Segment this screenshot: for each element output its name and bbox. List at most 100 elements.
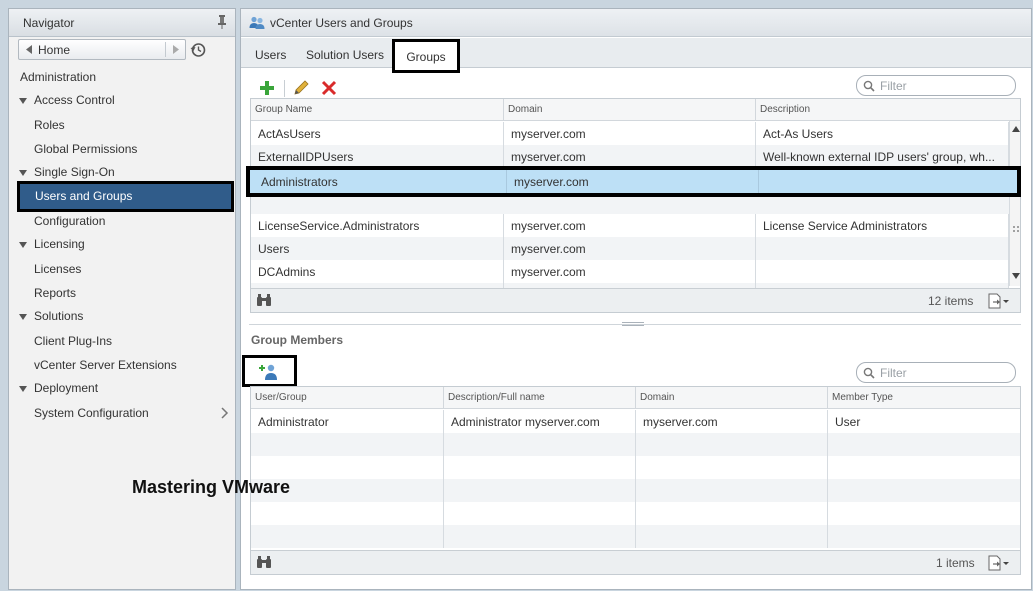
nav-item-system-configuration[interactable]: System Configuration bbox=[34, 406, 149, 420]
nav-item-licensing[interactable]: Licensing bbox=[34, 237, 85, 251]
expand-arrow-icon[interactable] bbox=[19, 170, 27, 176]
nav-item-solutions[interactable]: Solutions bbox=[34, 309, 83, 323]
groups-filter-input[interactable] bbox=[878, 78, 1008, 93]
column-header-description[interactable]: Description bbox=[756, 99, 1009, 121]
delete-icon[interactable] bbox=[321, 80, 337, 96]
column-header-user-group[interactable]: User/Group bbox=[251, 387, 444, 409]
empty-cell bbox=[444, 479, 636, 502]
main-panel: vCenter Users and Groups Users Solution … bbox=[240, 8, 1032, 590]
history-icon[interactable] bbox=[190, 42, 206, 58]
nav-item-vcenter-server-extensions[interactable]: vCenter Server Extensions bbox=[34, 358, 177, 372]
nav-item-configuration[interactable]: Configuration bbox=[34, 214, 105, 228]
nav-item-access-control[interactable]: Access Control bbox=[34, 93, 115, 107]
nav-item-users-and-groups[interactable]: Users and Groups bbox=[17, 181, 234, 212]
nav-item-global-permissions[interactable]: Global Permissions bbox=[34, 142, 137, 156]
empty-cell bbox=[444, 502, 636, 525]
back-arrow-icon[interactable] bbox=[24, 44, 34, 55]
empty-row bbox=[251, 456, 1020, 479]
cell-description: License Service Administrators bbox=[756, 214, 1009, 237]
cell-member-type: User bbox=[835, 415, 861, 429]
table-row[interactable]: Administrator Administrator myserver.com… bbox=[251, 410, 1020, 433]
pin-icon[interactable] bbox=[217, 15, 227, 29]
empty-cell bbox=[636, 502, 828, 525]
nav-item-reports[interactable]: Reports bbox=[34, 286, 76, 300]
members-filter[interactable] bbox=[856, 362, 1016, 383]
navigator-header: Navigator bbox=[9, 9, 235, 37]
cell-group-name: DCAdmins bbox=[251, 260, 504, 283]
tab-groups[interactable]: Groups bbox=[392, 39, 460, 73]
expand-arrow-icon[interactable] bbox=[19, 386, 27, 392]
add-member-button[interactable] bbox=[242, 355, 297, 387]
members-filter-input[interactable] bbox=[878, 365, 1008, 380]
table-row[interactable]: ActAsUsers myserver.com Act-As Users bbox=[251, 122, 1009, 145]
cell-description: Act-As Users bbox=[756, 122, 1009, 145]
empty-cell bbox=[444, 456, 636, 479]
cell-description: Well-known external IDP users' group, wh… bbox=[756, 145, 1009, 168]
scroll-up-icon[interactable] bbox=[1012, 126, 1020, 132]
column-header-full-name[interactable]: Description/Full name bbox=[444, 387, 636, 409]
forward-arrow-icon[interactable] bbox=[171, 44, 181, 55]
column-header-domain[interactable]: Domain bbox=[636, 387, 828, 409]
nav-item-label: Users and Groups bbox=[35, 189, 133, 203]
empty-cell bbox=[636, 433, 828, 456]
nav-item-single-sign-on[interactable]: Single Sign-On bbox=[34, 165, 115, 179]
tab-bar: Users Solution Users Groups bbox=[241, 38, 1031, 73]
home-button[interactable]: Home bbox=[18, 39, 186, 60]
edit-pencil-icon[interactable] bbox=[293, 80, 309, 96]
column-header-group-name[interactable]: Group Name bbox=[251, 99, 504, 121]
cell-group-name: ExternalIDPUsers bbox=[251, 145, 504, 168]
cell-user-group: Administrator bbox=[251, 410, 444, 433]
groups-filter[interactable] bbox=[856, 75, 1016, 96]
scroll-grip-icon[interactable] bbox=[1012, 225, 1020, 233]
empty-cell bbox=[251, 456, 444, 479]
section-administration: Administration bbox=[20, 70, 97, 84]
cell-domain: myserver.com bbox=[504, 145, 756, 168]
navigator-title: Navigator bbox=[23, 16, 75, 30]
cell-group-name: ActAsUsers bbox=[251, 122, 504, 145]
expand-arrow-icon[interactable] bbox=[19, 98, 27, 104]
add-icon[interactable] bbox=[259, 80, 275, 96]
empty-cell bbox=[444, 433, 636, 456]
column-header-domain[interactable]: Domain bbox=[504, 99, 756, 121]
empty-cell bbox=[251, 502, 444, 525]
table-row[interactable]: Users myserver.com bbox=[251, 237, 1009, 260]
cell-domain: myserver.com bbox=[504, 237, 756, 260]
empty-row bbox=[251, 502, 1020, 525]
empty-cell bbox=[636, 456, 828, 479]
add-member-icon bbox=[259, 364, 277, 380]
search-icon bbox=[863, 80, 875, 92]
binoculars-icon[interactable] bbox=[256, 556, 272, 569]
chevron-right-icon[interactable] bbox=[221, 407, 229, 419]
table-row[interactable]: ExternalIDPUsers myserver.com Well-known… bbox=[251, 145, 1009, 168]
scroll-down-icon[interactable] bbox=[1012, 273, 1020, 279]
nav-item-deployment[interactable]: Deployment bbox=[34, 381, 98, 395]
nav-item-roles[interactable]: Roles bbox=[34, 118, 65, 132]
expand-arrow-icon[interactable] bbox=[19, 242, 27, 248]
nav-item-licenses[interactable]: Licenses bbox=[34, 262, 81, 276]
export-icon[interactable] bbox=[988, 555, 1010, 571]
group-members-label: Group Members bbox=[251, 333, 344, 347]
nav-item-client-plug-ins[interactable]: Client Plug-Ins bbox=[34, 334, 112, 348]
users-groups-icon bbox=[249, 16, 265, 29]
groups-table-header: Group Name Domain Description bbox=[251, 99, 1020, 121]
table-row-selected[interactable]: Administrators myserver.com bbox=[246, 166, 1021, 197]
splitter-grip-icon[interactable] bbox=[622, 321, 644, 327]
tab-solution-users[interactable]: Solution Users bbox=[306, 48, 384, 62]
expand-arrow-icon[interactable] bbox=[19, 314, 27, 320]
empty-row bbox=[251, 525, 1020, 548]
home-divider bbox=[165, 42, 166, 57]
main-header: vCenter Users and Groups bbox=[241, 9, 1031, 37]
home-label: Home bbox=[38, 43, 71, 57]
empty-cell bbox=[636, 525, 828, 548]
column-header-member-type[interactable]: Member Type bbox=[828, 387, 1020, 409]
table-row[interactable]: LicenseService.Administrators myserver.c… bbox=[251, 214, 1009, 237]
navigator-panel: Navigator Home Administration Access Con… bbox=[8, 8, 236, 590]
groups-scrollbar[interactable] bbox=[1009, 121, 1020, 286]
tab-users[interactable]: Users bbox=[255, 48, 286, 62]
empty-cell bbox=[444, 525, 636, 548]
cell-description bbox=[756, 260, 1009, 283]
table-row[interactable]: DCAdmins myserver.com bbox=[251, 260, 1009, 283]
export-icon[interactable] bbox=[988, 293, 1010, 309]
groups-table-footer: 12 items bbox=[251, 288, 1020, 312]
binoculars-icon[interactable] bbox=[256, 294, 272, 307]
